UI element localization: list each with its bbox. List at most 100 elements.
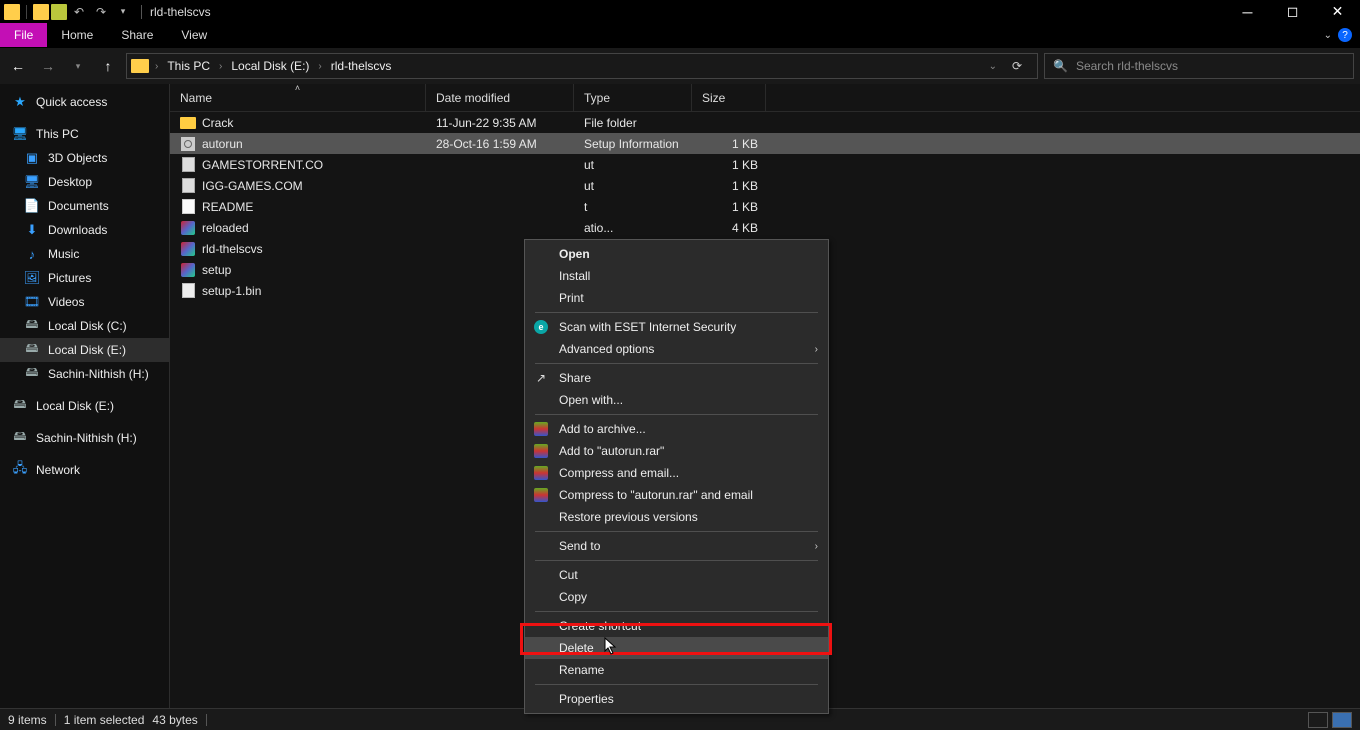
file-row[interactable]: READMEt1 KB — [170, 196, 1360, 217]
close-button[interactable]: ✕ — [1315, 0, 1360, 23]
column-size[interactable]: Size — [692, 84, 766, 111]
file-name: rld-thelscvs — [202, 242, 263, 256]
file-type: File folder — [574, 116, 692, 130]
column-name[interactable]: Name˄ — [170, 84, 426, 111]
sidebar-item-3d-objects[interactable]: ▣3D Objects — [0, 146, 169, 170]
sidebar-label: This PC — [36, 127, 79, 141]
chevron-down-icon[interactable]: ⌄ — [987, 61, 999, 72]
menu-item-copy[interactable]: Copy — [525, 586, 828, 608]
menu-item-open[interactable]: Open — [525, 243, 828, 265]
menu-item-properties[interactable]: Properties — [525, 688, 828, 710]
file-row[interactable]: IGG-GAMES.COMut1 KB — [170, 175, 1360, 196]
chevron-right-icon[interactable]: › — [316, 61, 323, 72]
chevron-right-icon[interactable]: › — [217, 61, 224, 72]
refresh-icon[interactable]: ⟳ — [1005, 54, 1029, 78]
menu-item-share[interactable]: ↗Share — [525, 367, 828, 389]
sidebar-item-this-pc[interactable]: 🖥 This PC — [0, 122, 169, 146]
tab-view[interactable]: View — [167, 23, 221, 47]
tab-home[interactable]: Home — [47, 23, 107, 47]
winrar-icon — [533, 465, 549, 481]
menu-item-send-to[interactable]: Send to› — [525, 535, 828, 557]
share-icon: ↗ — [533, 370, 549, 386]
tab-file[interactable]: File — [0, 23, 47, 47]
minimize-button[interactable]: ─ — [1225, 0, 1270, 23]
file-date: 28-Oct-16 1:59 AM — [426, 137, 574, 151]
menu-item-rename[interactable]: Rename — [525, 659, 828, 681]
search-input[interactable]: 🔍 Search rld-thelscvs — [1044, 53, 1354, 79]
menu-item-install[interactable]: Install — [525, 265, 828, 287]
cube-icon: ▣ — [24, 150, 40, 166]
sidebar-item-local-disk-e[interactable]: 🖴Local Disk (E:) — [0, 338, 169, 362]
navigation-pane: ★ Quick access 🖥 This PC ▣3D Objects 🖥De… — [0, 84, 170, 708]
maximize-button[interactable]: ◻ — [1270, 0, 1315, 23]
view-large-icons-button[interactable] — [1332, 712, 1352, 728]
pc-icon: 🖥 — [12, 126, 28, 142]
sidebar-item-local-disk-c[interactable]: 🖴Local Disk (C:) — [0, 314, 169, 338]
menu-item-cut[interactable]: Cut — [525, 564, 828, 586]
sidebar-item-sachin-nithish-h-root[interactable]: 🖴Sachin-Nithish (H:) — [0, 426, 169, 450]
breadcrumb[interactable]: Local Disk (E:) — [228, 59, 312, 73]
menu-item-print[interactable]: Print — [525, 287, 828, 309]
back-button[interactable]: ← — [6, 54, 30, 78]
file-row[interactable]: GAMESTORRENT.COut1 KB — [170, 154, 1360, 175]
column-type[interactable]: Type — [574, 84, 692, 111]
file-row[interactable]: autorun28-Oct-16 1:59 AMSetup Informatio… — [170, 133, 1360, 154]
file-icon — [180, 262, 196, 278]
folder-icon[interactable] — [33, 4, 49, 20]
file-row[interactable]: reloadedatio...4 KB — [170, 217, 1360, 238]
menu-item-advanced-options[interactable]: Advanced options› — [525, 338, 828, 360]
column-date[interactable]: Date modified — [426, 84, 574, 111]
documents-icon: 📄 — [24, 198, 40, 214]
breadcrumb[interactable]: rld-thelscvs — [328, 59, 395, 73]
menu-item-create-shortcut[interactable]: Create shortcut — [525, 615, 828, 637]
sidebar-item-documents[interactable]: 📄Documents — [0, 194, 169, 218]
menu-item-compress-to-and-email[interactable]: Compress to "autorun.rar" and email — [525, 484, 828, 506]
sidebar-item-sachin-nithish-h[interactable]: 🖴Sachin-Nithish (H:) — [0, 362, 169, 386]
menu-item-eset-scan[interactable]: eScan with ESET Internet Security — [525, 316, 828, 338]
sidebar-item-videos[interactable]: 🎞Videos — [0, 290, 169, 314]
file-icon — [180, 199, 196, 215]
chevron-right-icon[interactable]: › — [153, 61, 160, 72]
chevron-down-icon[interactable]: ⌄ — [1324, 30, 1332, 41]
up-button[interactable]: ↑ — [96, 54, 120, 78]
menu-item-open-with[interactable]: Open with... — [525, 389, 828, 411]
sidebar-item-local-disk-e-root[interactable]: 🖴Local Disk (E:) — [0, 394, 169, 418]
sidebar-label: Desktop — [48, 175, 92, 189]
music-icon: ♪ — [24, 246, 40, 262]
sidebar-item-pictures[interactable]: 🖼Pictures — [0, 266, 169, 290]
column-headers: Name˄ Date modified Type Size — [170, 84, 1360, 112]
folder-icon — [4, 4, 20, 20]
search-icon: 🔍 — [1053, 59, 1068, 73]
sidebar-item-music[interactable]: ♪Music — [0, 242, 169, 266]
sidebar-item-desktop[interactable]: 🖥Desktop — [0, 170, 169, 194]
dropdown-icon[interactable]: ▾ — [113, 2, 133, 22]
undo-icon[interactable]: ↶ — [69, 2, 89, 22]
file-icon — [180, 136, 196, 152]
menu-separator — [535, 312, 818, 313]
network-icon: 🖧 — [12, 462, 28, 478]
context-menu: Open Install Print eScan with ESET Inter… — [524, 239, 829, 714]
sidebar-item-quick-access[interactable]: ★ Quick access — [0, 90, 169, 114]
file-name: reloaded — [202, 221, 249, 235]
view-details-button[interactable] — [1308, 712, 1328, 728]
menu-item-restore-previous-versions[interactable]: Restore previous versions — [525, 506, 828, 528]
recent-dropdown[interactable]: ▾ — [66, 54, 90, 78]
file-name: IGG-GAMES.COM — [202, 179, 303, 193]
menu-item-add-to-archive[interactable]: Add to archive... — [525, 418, 828, 440]
sidebar-item-downloads[interactable]: ⬇Downloads — [0, 218, 169, 242]
tab-share[interactable]: Share — [107, 23, 167, 47]
help-icon[interactable]: ? — [1338, 28, 1352, 42]
address-row: ← → ▾ ↑ › This PC › Local Disk (E:) › rl… — [0, 48, 1360, 84]
chevron-right-icon: › — [815, 541, 818, 552]
redo-icon[interactable]: ↷ — [91, 2, 111, 22]
menu-item-add-to-autorun-rar[interactable]: Add to "autorun.rar" — [525, 440, 828, 462]
menu-item-delete[interactable]: Delete — [525, 637, 828, 659]
folder-icon[interactable] — [51, 4, 67, 20]
winrar-icon — [533, 421, 549, 437]
file-row[interactable]: Crack11-Jun-22 9:35 AMFile folder — [170, 112, 1360, 133]
address-bar[interactable]: › This PC › Local Disk (E:) › rld-thelsc… — [126, 53, 1038, 79]
forward-button[interactable]: → — [36, 54, 60, 78]
sidebar-item-network[interactable]: 🖧Network — [0, 458, 169, 482]
breadcrumb[interactable]: This PC — [164, 59, 213, 73]
menu-item-compress-and-email[interactable]: Compress and email... — [525, 462, 828, 484]
